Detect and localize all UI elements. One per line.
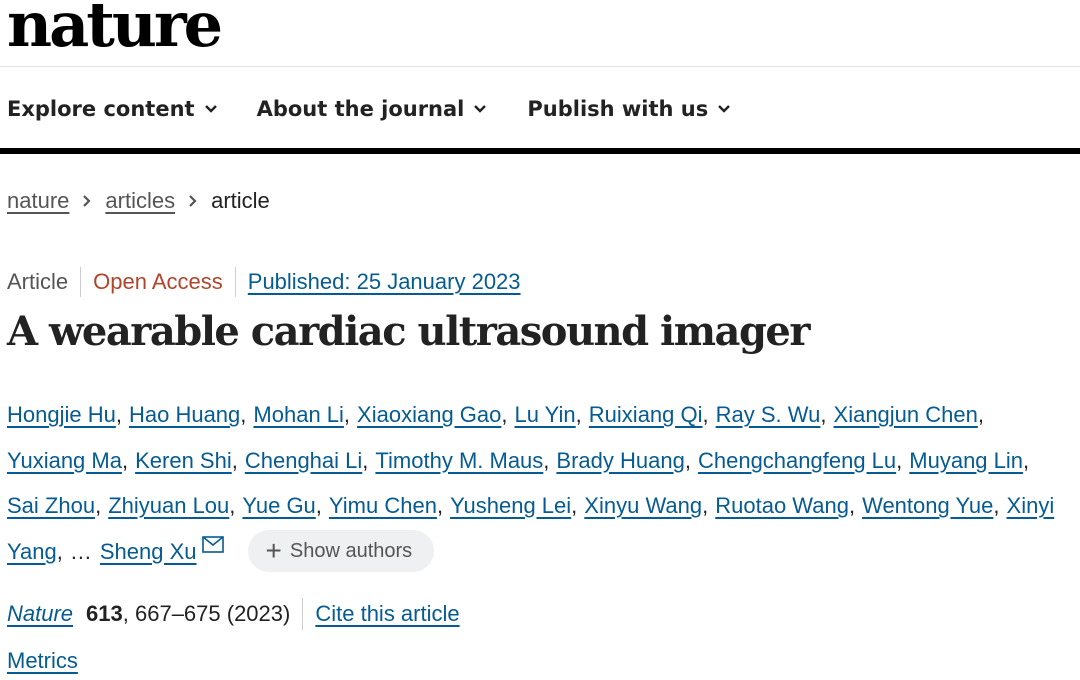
author-link[interactable]: Chengchangfeng Lu: [698, 438, 896, 484]
author-link[interactable]: Wentong Yue: [862, 483, 993, 529]
author-link[interactable]: Ruotao Wang: [715, 483, 849, 529]
author-link[interactable]: Yue Gu: [242, 483, 315, 529]
author-line: Yang , … Sheng Xu + Show authors: [7, 529, 1080, 575]
nav-underline-bar: [0, 148, 1080, 154]
author-link[interactable]: Ray S. Wu: [716, 392, 821, 438]
author-link[interactable]: Yang: [7, 529, 57, 575]
author-link[interactable]: Xinyu Wang: [584, 483, 702, 529]
author-separator: ,: [702, 493, 709, 518]
nav-about-the-journal-label: About the journal: [256, 97, 465, 121]
show-authors-button[interactable]: + Show authors: [247, 530, 435, 573]
author-link[interactable]: Yimu Chen: [329, 483, 437, 529]
author-link[interactable]: Hao Huang: [129, 392, 240, 438]
author-link[interactable]: Sai Zhou: [7, 483, 95, 529]
author-separator: ,: [848, 493, 856, 518]
author-separator: ,: [229, 493, 236, 518]
author-link[interactable]: Keren Shi: [135, 438, 232, 484]
author-link[interactable]: Muyang Lin: [909, 438, 1023, 484]
article-meta: Article Open Access Published: 25 Januar…: [7, 266, 521, 298]
author-link[interactable]: Brady Huang: [556, 438, 684, 484]
citation-divider: [302, 598, 304, 630]
author-separator: ,: [684, 447, 691, 473]
author-separator: ,: [315, 493, 322, 518]
author-separator: ,: [820, 402, 827, 427]
nav-publish-with-us[interactable]: Publish with us: [527, 92, 731, 126]
author-separator: ,: [896, 447, 903, 473]
author-separator: ,: [231, 447, 238, 473]
author-separator: ,: [95, 493, 102, 518]
breadcrumb-current: article: [211, 188, 270, 213]
volume-number: 613: [86, 601, 123, 626]
author-link[interactable]: Xiaoxiang Gao: [357, 392, 501, 438]
author-line: Hongjie Hu, Hao Huang, Mohan Li, Xiaoxiang …: [7, 392, 1080, 438]
cite-this-article-link[interactable]: Cite this article: [315, 598, 459, 630]
author-ellipsis: …: [69, 538, 92, 564]
article-title: A wearable cardiac ultrasound imager: [7, 308, 810, 355]
author-separator: ,: [121, 447, 129, 473]
open-access-label: Open Access: [93, 269, 223, 294]
mail-icon[interactable]: [201, 535, 224, 553]
author-separator: ,: [115, 402, 122, 427]
author-separator: ,: [240, 402, 247, 427]
author-separator: ,: [343, 402, 351, 427]
pages-year: , 667–675 (2023): [122, 601, 291, 626]
metrics-link[interactable]: Metrics: [7, 645, 78, 677]
author-separator: ,: [702, 402, 709, 427]
journal-name-link[interactable]: Nature: [7, 598, 73, 630]
author-separator: ,: [436, 493, 444, 518]
author-separator: ,: [1023, 447, 1030, 473]
author-link[interactable]: Xinyi: [1007, 483, 1055, 529]
corresponding-author-link[interactable]: Sheng Xu: [100, 529, 197, 575]
main-navigation: Explore content About the journal Publis…: [0, 92, 731, 126]
author-link[interactable]: Chenghai Li: [245, 438, 362, 484]
author-link[interactable]: Hongjie Hu: [7, 392, 116, 438]
chevron-down-icon: [473, 104, 487, 114]
nature-logo[interactable]: nature: [7, 0, 223, 56]
breadcrumb: nature articles article: [7, 187, 270, 215]
chevron-down-icon: [717, 104, 731, 114]
author-separator: ,: [575, 402, 582, 427]
article-type: Article: [7, 269, 69, 294]
nav-publish-with-us-label: Publish with us: [527, 97, 709, 121]
nav-explore-content[interactable]: Explore content: [7, 92, 218, 126]
meta-divider: [80, 267, 82, 297]
chevron-right-icon: [188, 194, 198, 208]
author-list: Hongjie Hu, Hao Huang, Mohan Li, Xiaoxiang …: [7, 392, 1080, 574]
author-link[interactable]: Lu Yin: [515, 392, 576, 438]
author-link[interactable]: Yusheng Lei: [450, 483, 571, 529]
nav-about-the-journal[interactable]: About the journal: [257, 92, 488, 126]
author-separator: ,: [501, 402, 508, 427]
author-separator: ,: [993, 493, 1000, 518]
breadcrumb-nature[interactable]: nature: [7, 187, 69, 215]
breadcrumb-articles[interactable]: articles: [105, 187, 175, 215]
author-link[interactable]: Ruixiang Qi: [589, 392, 703, 438]
author-separator: ,: [977, 402, 984, 427]
chevron-right-icon: [82, 194, 92, 208]
header-divider: [0, 66, 1080, 67]
author-line: Sai Zhou, Zhiyuan Lou, Yue Gu, Yimu Chen, Yu…: [7, 483, 1080, 529]
author-link[interactable]: Mohan Li: [253, 392, 344, 438]
published-date-link[interactable]: Published: 25 January 2023: [248, 266, 521, 298]
author-separator: ,: [571, 493, 578, 518]
author-separator: ,: [543, 447, 550, 473]
author-separator: ,: [362, 447, 369, 473]
author-link[interactable]: Yuxiang Ma: [7, 438, 122, 484]
author-separator: ,: [56, 538, 63, 564]
author-link[interactable]: Zhiyuan Lou: [108, 483, 229, 529]
show-authors-label: Show authors: [289, 539, 413, 562]
nav-explore-content-label: Explore content: [7, 97, 195, 121]
citation-line: Nature 613 , 667–675 (2023) Cite this ar…: [7, 598, 460, 630]
author-line: Yuxiang Ma, Keren Shi, Chenghai Li, Timothy…: [7, 438, 1080, 484]
chevron-down-icon: [204, 104, 218, 114]
author-link[interactable]: Xiangjun Chen: [834, 392, 978, 438]
plus-icon: +: [265, 535, 282, 567]
meta-divider: [234, 267, 236, 297]
author-link[interactable]: Timothy M. Maus: [375, 438, 543, 484]
